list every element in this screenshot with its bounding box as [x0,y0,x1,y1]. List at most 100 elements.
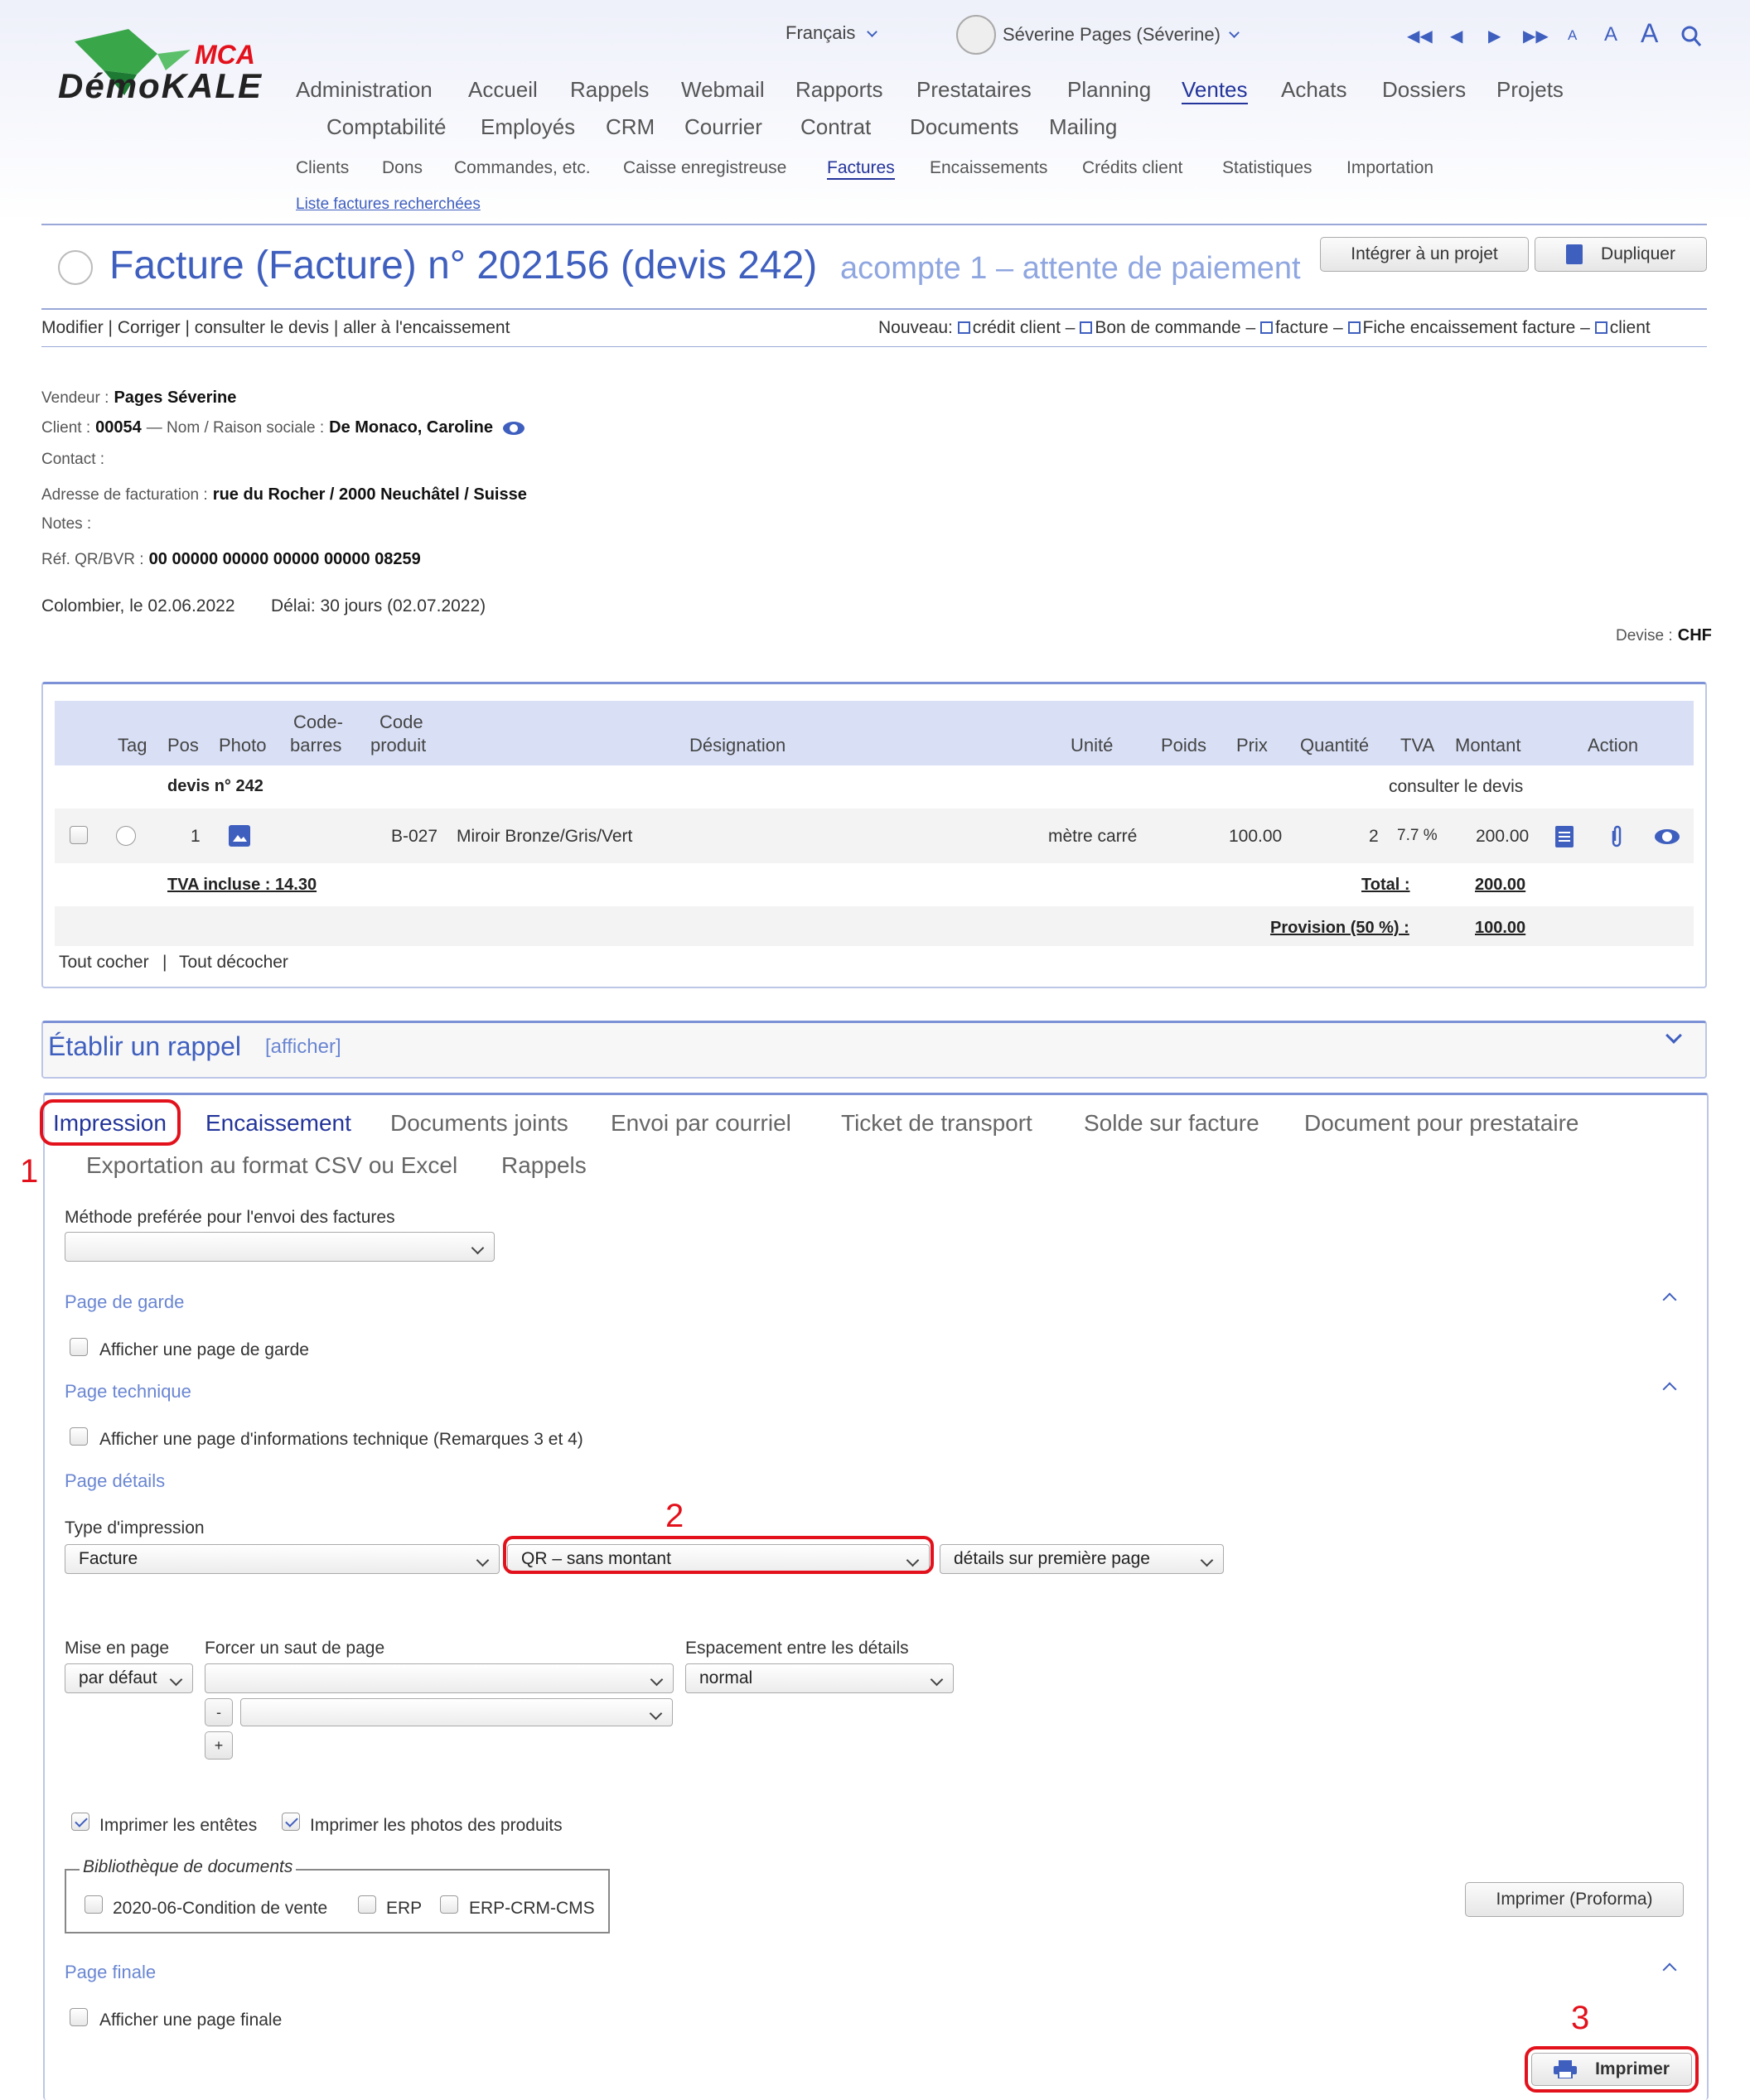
row-designation: Miroir Bronze/Gris/Vert [457,827,633,846]
new-facture-link[interactable]: facture – [1259,318,1343,337]
tab-ticket-transport[interactable]: Ticket de transport [841,1110,1032,1137]
minus-button[interactable]: - [205,1698,233,1726]
last-page-icon[interactable]: ▶▶ [1523,26,1549,46]
tab-solde-facture[interactable]: Solde sur facture [1084,1110,1259,1137]
details-select[interactable]: détails sur première page [940,1544,1224,1574]
section-page-finale[interactable]: Page finale [65,1962,156,1983]
subnav-credits-client[interactable]: Crédits client [1082,158,1182,178]
tab-envoi-courriel[interactable]: Envoi par courriel [611,1110,791,1137]
annotation-2: 2 [665,1498,684,1534]
image-icon[interactable] [229,825,250,847]
nav-rapports[interactable]: Rapports [795,77,883,103]
nav-courrier[interactable]: Courrier [684,114,762,140]
avatar-icon [956,15,996,55]
type-impression-select[interactable]: Facture [65,1544,500,1574]
date-text: Colombier, le 02.06.2022 [41,596,235,616]
first-page-icon[interactable]: ◀◀ [1407,26,1433,46]
section-page-details[interactable]: Page détails [65,1470,165,1492]
check-all-link[interactable]: Tout cocher [59,953,149,973]
photos-checkbox[interactable] [282,1813,300,1831]
tab-documents-joints[interactable]: Documents joints [390,1110,568,1137]
font-large-button[interactable]: A [1641,18,1658,49]
link-liste-factures[interactable]: Liste factures recherchées [296,196,481,214]
subnav-clients[interactable]: Clients [296,158,349,178]
uncheck-all-link[interactable]: Tout décocher [179,953,288,973]
nav-planning[interactable]: Planning [1067,77,1151,103]
nav-webmail[interactable]: Webmail [681,77,765,103]
page-finale-checkbox[interactable] [70,2008,88,2026]
new-bon-commande-link[interactable]: Bon de commande – [1080,318,1255,337]
consult-devis-link[interactable]: consulter le devis [1389,777,1523,797]
subnav-commandes[interactable]: Commandes, etc. [454,158,591,178]
subnav-caisse[interactable]: Caisse enregistreuse [623,158,786,178]
subnav-statistiques[interactable]: Statistiques [1222,158,1312,178]
page-technique-checkbox[interactable] [70,1427,88,1446]
nav-prestataires[interactable]: Prestataires [916,77,1032,103]
attachment-icon[interactable] [1609,824,1624,849]
nav-projets[interactable]: Projets [1496,77,1564,103]
previous-icon[interactable]: ◀ [1450,26,1462,46]
mise-en-page-select[interactable]: par défaut [65,1663,193,1693]
row-tva: 7.7 % [1397,827,1438,844]
nav-mailing[interactable]: Mailing [1049,114,1117,140]
nav-crm[interactable]: CRM [606,114,655,140]
biblio-condition-checkbox[interactable] [85,1895,103,1914]
eye-icon[interactable] [502,421,525,435]
row-checkbox[interactable] [70,826,88,844]
new-fiche-encaissement-link[interactable]: Fiche encaissement facture – [1347,318,1590,337]
details-icon[interactable] [1555,826,1574,847]
external-link-icon [957,321,970,334]
status-circle [58,250,93,285]
tab-document-prestataire[interactable]: Document pour prestataire [1304,1110,1579,1137]
subnav-encaissements[interactable]: Encaissements [930,158,1047,178]
new-credit-link[interactable]: crédit client – [957,318,1075,337]
nav-ventes[interactable]: Ventes [1182,77,1248,104]
row-tag-radio[interactable] [116,826,136,846]
nav-contrat[interactable]: Contrat [800,114,871,140]
biblio-erp-crm-label: ERP-CRM-CMS [469,1899,595,1918]
nav-rappels[interactable]: Rappels [570,77,649,103]
imprimer-proforma-button[interactable]: Imprimer (Proforma) [1465,1882,1684,1917]
biblio-erp-checkbox[interactable] [358,1895,376,1914]
nav-comptabilite[interactable]: Comptabilité [326,114,447,140]
page-garde-checkbox[interactable] [70,1338,88,1356]
nav-dossiers[interactable]: Dossiers [1382,77,1466,103]
eye-icon[interactable] [1655,829,1680,844]
language-select[interactable]: Français [786,22,878,44]
rappel-show-link[interactable]: [afficher] [265,1036,341,1059]
new-client-link[interactable]: client [1594,318,1651,337]
row-prix: 100.00 [1229,827,1283,846]
tab-encaissement[interactable]: Encaissement [205,1110,351,1137]
nav-achats[interactable]: Achats [1281,77,1347,103]
saut-page-select[interactable] [205,1663,674,1693]
search-icon[interactable] [1680,25,1702,50]
subnav-importation[interactable]: Importation [1346,158,1433,178]
saut-page-select-2[interactable] [240,1698,673,1726]
espacement-select[interactable]: normal [685,1663,954,1693]
user-menu[interactable]: Séverine Pages (Séverine) [956,15,1240,55]
nav-accueil[interactable]: Accueil [468,77,538,103]
external-link-icon [1259,321,1273,334]
th-quantite: Quantité [1300,735,1370,756]
nav-employes[interactable]: Employés [481,114,575,140]
methode-select[interactable] [65,1232,495,1262]
tab-exportation[interactable]: Exportation au format CSV ou Excel [86,1152,457,1179]
entetes-checkbox[interactable] [71,1813,89,1831]
font-small-button[interactable]: A [1568,27,1577,44]
integrate-project-button[interactable]: Intégrer à un projet [1320,237,1529,272]
logo[interactable]: MCA DémoKALE [58,25,273,116]
font-medium-button[interactable]: A [1604,23,1617,46]
nav-documents[interactable]: Documents [910,114,1019,140]
nav-administration[interactable]: Administration [296,77,433,103]
section-page-garde[interactable]: Page de garde [65,1291,184,1313]
row-montant: 200.00 [1476,827,1530,846]
duplicate-button[interactable]: Dupliquer [1535,237,1707,272]
action-links[interactable]: Modifier | Corriger | consulter le devis… [41,318,510,338]
subnav-factures[interactable]: Factures [827,158,895,180]
biblio-erp-crm-checkbox[interactable] [440,1895,458,1914]
section-page-technique[interactable]: Page technique [65,1381,191,1402]
subnav-dons[interactable]: Dons [382,158,423,178]
tab-rappels[interactable]: Rappels [501,1152,587,1179]
next-icon[interactable]: ▶ [1488,26,1501,46]
plus-button[interactable]: + [205,1731,233,1760]
